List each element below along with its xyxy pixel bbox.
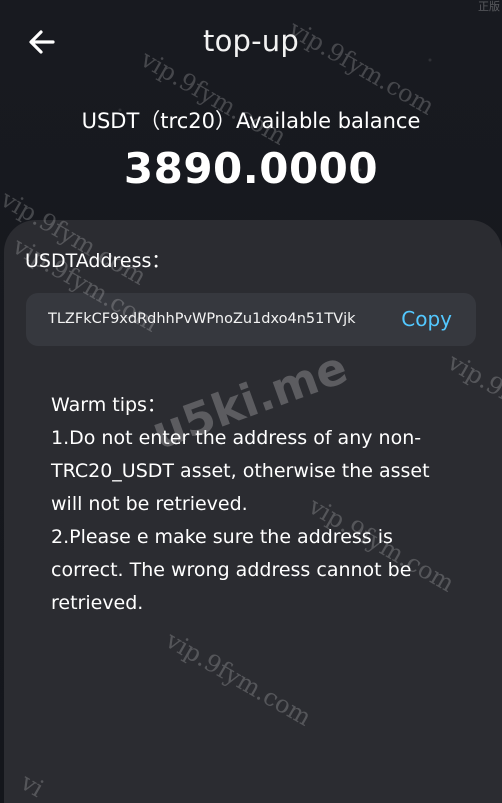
tip-line-1: 1.Do not enter the address of any non-TR… — [51, 427, 430, 515]
warm-tips: Warm tips： 1.Do not enter the address of… — [51, 389, 441, 620]
balance-label: USDT（trc20）Available balance — [81, 109, 421, 133]
tips-title: Warm tips： — [51, 394, 166, 416]
tip-line-2: 2.Please e make sure the address is corr… — [51, 526, 412, 614]
balance-value: 3890.0000 — [123, 144, 379, 193]
page-title: top-up — [203, 24, 299, 58]
top-up-screen: top-up USDT（trc20）Available balance 3890… — [0, 0, 502, 803]
copy-button[interactable]: Copy — [401, 304, 452, 334]
header: top-up — [0, 0, 502, 82]
corner-watermark: 正版 — [478, 0, 500, 13]
wallet-address-box: TLZFkCF9xdRdhhPvWPnoZu1dxo4n51TVjk Copy — [26, 293, 476, 346]
address-label: USDTAddress： — [25, 250, 171, 272]
wallet-address: TLZFkCF9xdRdhhPvWPnoZu1dxo4n51TVjk — [48, 311, 356, 327]
